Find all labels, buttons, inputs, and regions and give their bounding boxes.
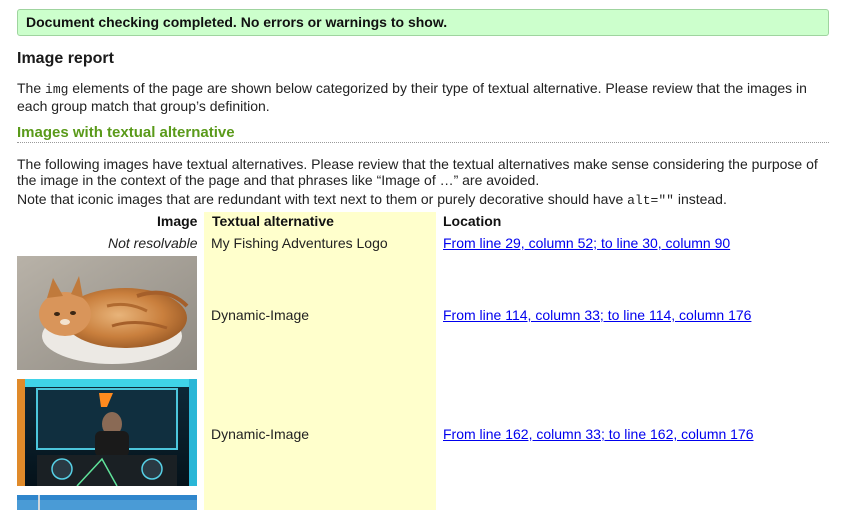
location-link-row-3[interactable]: From line 162, column 33; to line 162, c… — [443, 426, 754, 442]
section-note: Note that iconic images that are redunda… — [17, 191, 827, 209]
header-image: Image — [157, 213, 198, 229]
cat-photo-icon — [17, 256, 197, 370]
alt-text-row-1: My Fishing Adventures Logo — [211, 235, 388, 251]
note-code: alt="" — [627, 193, 674, 208]
intro-text-before: The — [17, 80, 46, 96]
page-title: Image report — [17, 50, 114, 67]
header-location: Location — [443, 213, 502, 229]
intro-text-after: elements of the page are shown below cat… — [17, 80, 807, 114]
alt-text-row-3: Dynamic-Image — [211, 426, 310, 442]
section-title: Images with textual alternative — [17, 124, 829, 143]
sky-photo-icon — [17, 495, 197, 510]
note-text-before: Note that iconic images that are redunda… — [17, 191, 628, 207]
alt-text-row-2: Dynamic-Image — [211, 307, 310, 323]
alt-column-background — [204, 212, 436, 510]
status-banner: Document checking completed. No errors o… — [17, 9, 829, 36]
cat-photo-thumbnail — [17, 256, 197, 370]
sky-photo-thumbnail — [17, 495, 197, 510]
section-description: The following images have textual altern… — [17, 156, 818, 188]
report-intro: The img elements of the page are shown b… — [17, 80, 827, 114]
dj-photo-thumbnail — [17, 379, 197, 486]
intro-code: img — [45, 82, 69, 97]
note-text-after: instead. — [673, 191, 727, 207]
image-not-resolvable: Not resolvable — [108, 235, 198, 251]
location-link-row-1[interactable]: From line 29, column 52; to line 30, col… — [443, 235, 730, 251]
header-textual-alternative: Textual alternative — [212, 213, 334, 229]
location-link-row-2[interactable]: From line 114, column 33; to line 114, c… — [443, 307, 751, 323]
dj-photo-icon — [17, 379, 197, 486]
